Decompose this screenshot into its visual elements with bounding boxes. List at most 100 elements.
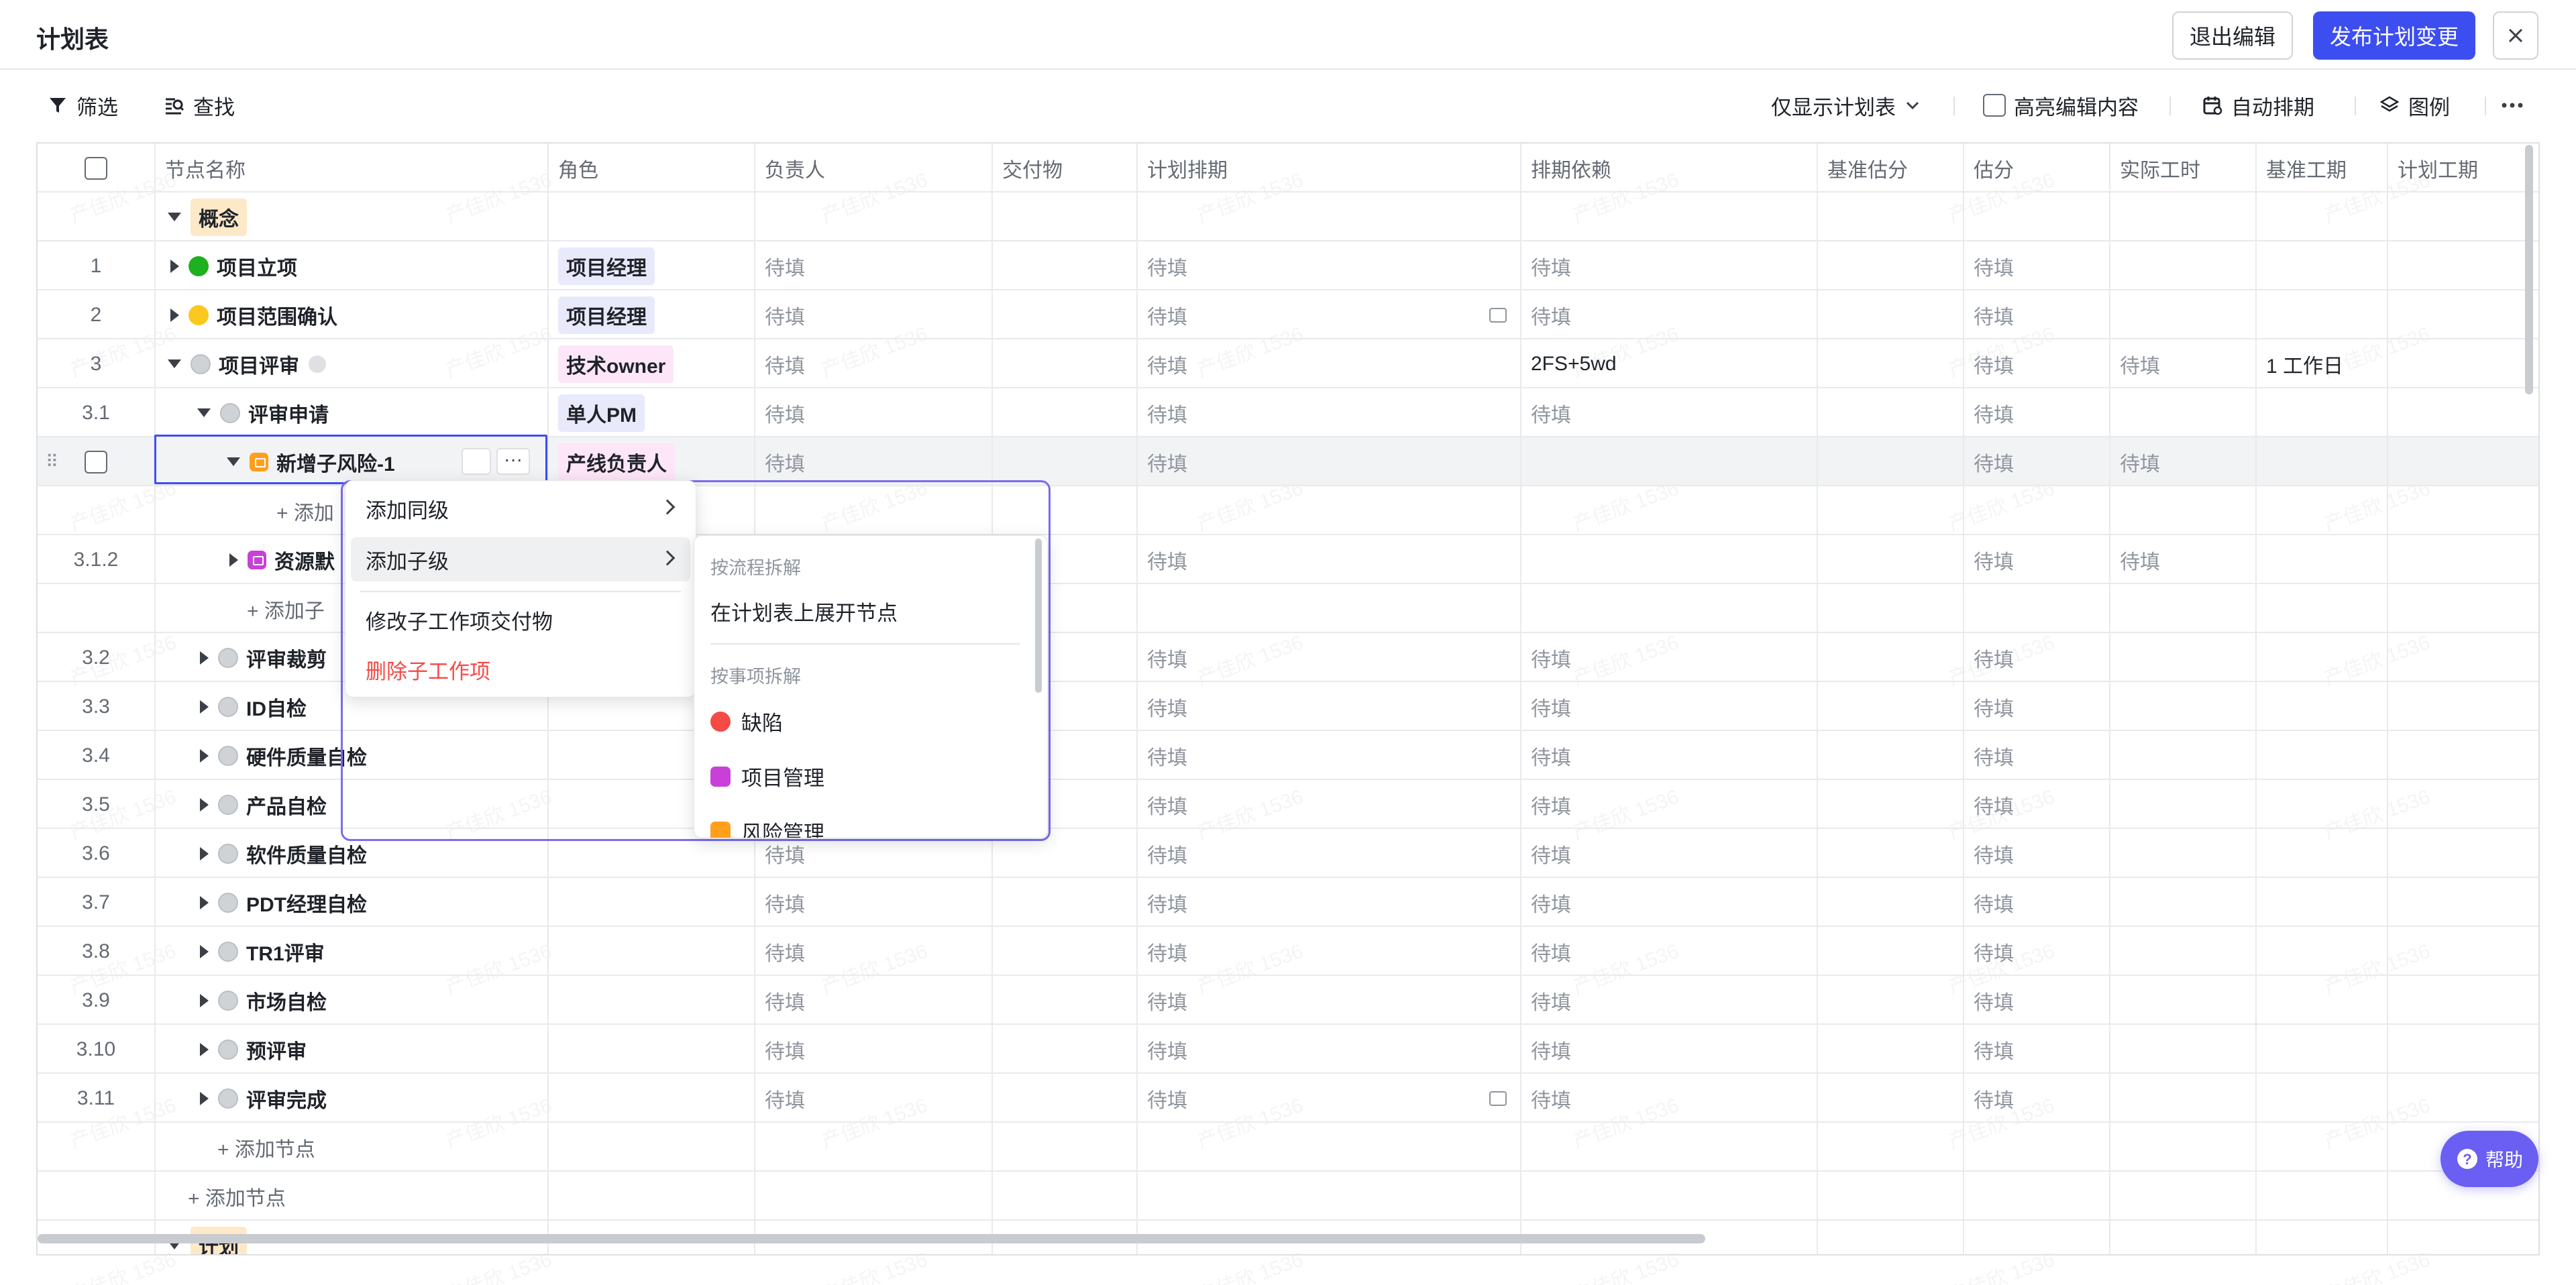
table-cell[interactable] bbox=[1521, 192, 1818, 241]
expand-toggle-icon[interactable] bbox=[200, 700, 209, 714]
table-row[interactable]: 概念 bbox=[38, 192, 2538, 241]
table-row[interactable]: 3.1 评审申请 单人PM 待填 待填 待填 待填 bbox=[38, 388, 2538, 437]
column-header[interactable]: 角色 bbox=[549, 144, 755, 192]
delete-subitem-menu-item[interactable]: 删除子工作项 bbox=[351, 647, 690, 691]
table-cell[interactable]: 3.6 bbox=[38, 829, 156, 878]
table-cell[interactable] bbox=[993, 241, 1138, 290]
table-cell[interactable]: 待填 bbox=[1138, 682, 1521, 731]
table-cell[interactable]: 待填 bbox=[2110, 339, 2257, 388]
table-cell[interactable] bbox=[2110, 1074, 2257, 1123]
table-cell[interactable] bbox=[2257, 192, 2388, 241]
table-cell[interactable]: 待填 bbox=[755, 927, 993, 976]
table-cell[interactable] bbox=[2257, 731, 2388, 780]
table-cell[interactable]: ⠿ bbox=[38, 437, 156, 486]
collapse-toggle-icon[interactable] bbox=[197, 408, 211, 417]
table-row[interactable]: 3.11 评审完成 待填 待填 待填 待填 bbox=[38, 1074, 2538, 1123]
table-cell[interactable] bbox=[2257, 535, 2388, 584]
table-cell[interactable]: 待填 bbox=[755, 1074, 993, 1123]
table-cell[interactable] bbox=[2110, 290, 2257, 339]
table-row[interactable]: 1 项目立项 项目经理 待填 待填 待填 待填 bbox=[38, 241, 2538, 290]
table-cell[interactable] bbox=[993, 976, 1138, 1025]
table-cell[interactable] bbox=[1818, 1025, 1964, 1074]
expand-toggle-icon[interactable] bbox=[200, 1091, 209, 1105]
back-arrow-icon[interactable] bbox=[309, 355, 326, 373]
collapse-toggle-icon[interactable] bbox=[227, 457, 240, 466]
expand-toggle-icon[interactable] bbox=[200, 846, 209, 860]
table-cell[interactable] bbox=[2257, 1221, 2388, 1254]
table-cell[interactable] bbox=[993, 437, 1138, 486]
table-cell[interactable] bbox=[1818, 1074, 1964, 1123]
table-cell[interactable] bbox=[993, 1172, 1138, 1221]
table-cell[interactable]: + 添加节点 bbox=[156, 1123, 549, 1172]
table-cell[interactable] bbox=[1818, 535, 1964, 584]
table-cell[interactable] bbox=[2257, 633, 2388, 682]
link-icon[interactable] bbox=[1489, 307, 1507, 323]
table-row[interactable]: 3 项目评审 技术owner 待填 待填 2FS+5wd 待填 待填 1 工作日 bbox=[38, 339, 2538, 388]
table-cell[interactable]: 单人PM bbox=[549, 388, 755, 437]
expand-toggle-icon[interactable] bbox=[200, 944, 209, 958]
table-cell[interactable]: 待填 bbox=[1964, 829, 2110, 878]
edit-deliverable-menu-item[interactable]: 修改子工作项交付物 bbox=[351, 598, 690, 642]
table-cell[interactable] bbox=[1138, 1123, 1521, 1172]
table-cell[interactable]: 待填 bbox=[1964, 780, 2110, 829]
table-cell[interactable] bbox=[2257, 1074, 2388, 1123]
project-management-menu-item[interactable]: 项目管理 bbox=[710, 761, 824, 791]
table-cell[interactable] bbox=[2257, 437, 2388, 486]
edit-icon[interactable] bbox=[462, 448, 491, 475]
table-cell[interactable]: 待填 bbox=[1964, 437, 2110, 486]
table-cell[interactable] bbox=[993, 339, 1138, 388]
table-cell[interactable] bbox=[2110, 927, 2257, 976]
table-cell[interactable] bbox=[2110, 829, 2257, 878]
table-cell[interactable] bbox=[1818, 927, 1964, 976]
table-cell[interactable]: 待填 bbox=[755, 437, 993, 486]
publish-plan-button[interactable]: 发布计划变更 bbox=[2313, 11, 2475, 60]
table-cell[interactable] bbox=[549, 1172, 755, 1221]
table-cell[interactable]: 待填 bbox=[1521, 780, 1818, 829]
table-cell[interactable]: 待填 bbox=[2110, 535, 2257, 584]
table-cell[interactable]: 3.1 bbox=[38, 388, 156, 437]
table-cell[interactable] bbox=[1964, 486, 2110, 535]
table-row[interactable]: 3.6 软件质量自检 待填 待填 待填 待填 bbox=[38, 829, 2538, 878]
table-cell[interactable] bbox=[1521, 486, 1818, 535]
help-button[interactable]: ? 帮助 bbox=[2440, 1131, 2538, 1187]
expand-toggle-icon[interactable] bbox=[200, 1042, 209, 1056]
table-cell[interactable] bbox=[2110, 192, 2257, 241]
exit-edit-button[interactable]: 退出编辑 bbox=[2172, 11, 2293, 60]
table-row[interactable]: + 添加节点 bbox=[38, 1172, 2538, 1221]
table-cell[interactable] bbox=[2257, 682, 2388, 731]
table-cell[interactable]: 待填 bbox=[1521, 927, 1818, 976]
table-cell[interactable] bbox=[1521, 584, 1818, 633]
column-header[interactable]: 基准工期 bbox=[2257, 144, 2388, 192]
row-checkbox[interactable] bbox=[85, 450, 107, 473]
table-cell[interactable]: 产线负责人 bbox=[549, 437, 755, 486]
table-cell[interactable] bbox=[1818, 290, 1964, 339]
collapse-toggle-icon[interactable] bbox=[168, 213, 181, 221]
table-cell[interactable] bbox=[549, 878, 755, 927]
table-cell[interactable]: 待填 bbox=[1138, 241, 1521, 290]
table-cell[interactable] bbox=[2110, 1025, 2257, 1074]
table-cell[interactable] bbox=[2257, 388, 2388, 437]
collapse-toggle-icon[interactable] bbox=[168, 359, 181, 368]
legend-button[interactable]: 图例 bbox=[2379, 80, 2450, 130]
table-cell[interactable]: 3.5 bbox=[38, 780, 156, 829]
table-cell[interactable]: 待填 bbox=[1138, 388, 1521, 437]
column-header[interactable]: 基准估分 bbox=[1818, 144, 1964, 192]
table-cell[interactable]: + 添加节点 bbox=[156, 1172, 549, 1221]
table-cell[interactable]: 评审申请 bbox=[156, 388, 549, 437]
table-cell[interactable] bbox=[2110, 1123, 2257, 1172]
expand-toggle-icon[interactable] bbox=[200, 895, 209, 909]
table-cell[interactable] bbox=[993, 878, 1138, 927]
table-cell[interactable] bbox=[1138, 584, 1521, 633]
table-cell[interactable] bbox=[1138, 486, 1521, 535]
table-cell[interactable]: 待填 bbox=[1138, 339, 1521, 388]
table-cell[interactable]: 待填 bbox=[1521, 1025, 1818, 1074]
table-cell[interactable] bbox=[2110, 780, 2257, 829]
table-cell[interactable]: 待填 bbox=[1521, 682, 1818, 731]
more-options-button[interactable] bbox=[2501, 80, 2524, 130]
table-cell[interactable]: 待填 bbox=[1964, 878, 2110, 927]
column-header[interactable]: 实际工时 bbox=[2110, 144, 2257, 192]
table-row[interactable]: 3.4 硬件质量自检 待填 待填 待填 bbox=[38, 731, 2538, 780]
table-cell[interactable]: 项目经理 bbox=[549, 290, 755, 339]
expand-toggle-icon[interactable] bbox=[170, 259, 179, 273]
table-cell[interactable]: 2 bbox=[38, 290, 156, 339]
